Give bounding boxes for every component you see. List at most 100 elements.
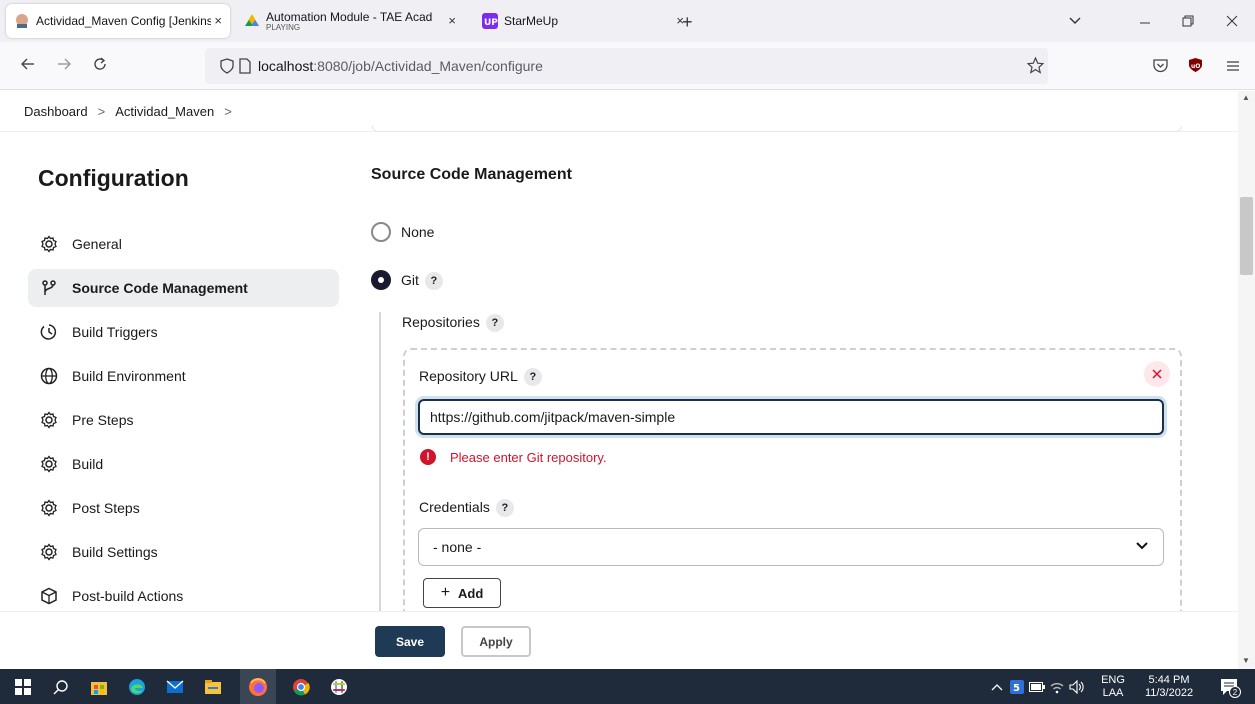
chevron-down-icon [1135, 539, 1149, 556]
file-explorer-icon[interactable] [202, 676, 224, 698]
close-icon[interactable] [1144, 361, 1170, 387]
bottom-action-bar [0, 611, 1238, 669]
gear-icon [38, 541, 60, 563]
gear-icon [38, 233, 60, 255]
sidebar-item-build-settings[interactable]: Build Settings [28, 533, 339, 571]
scrollbar-thumb[interactable] [1240, 197, 1253, 275]
gear-icon [38, 497, 60, 519]
sidebar-item-build-environment[interactable]: Build Environment [28, 357, 339, 395]
firefox-icon[interactable] [240, 669, 276, 704]
breadcrumb-dashboard[interactable]: Dashboard [24, 104, 88, 119]
save-button[interactable]: Save [375, 626, 445, 657]
close-tab-icon[interactable]: × [214, 13, 222, 28]
sidebar-item-label: General [72, 236, 122, 252]
tray-app-icon[interactable]: 5 [1006, 676, 1028, 698]
clock[interactable]: 5:44 PM 11/3/2022 [1136, 674, 1202, 700]
sidebar-item-source-code-management[interactable]: Source Code Management [28, 269, 339, 307]
minimize-icon[interactable] [1139, 14, 1151, 30]
radio-none-label[interactable]: None [401, 224, 434, 240]
help-icon[interactable]: ? [424, 272, 443, 291]
sidebar-item-label: Build Environment [72, 368, 186, 384]
page-icon[interactable] [239, 58, 251, 79]
shield-icon[interactable] [220, 58, 234, 79]
sidebar-item-general[interactable]: General [28, 225, 339, 263]
breadcrumb-job[interactable]: Actividad_Maven [115, 104, 214, 119]
svg-text:5: 5 [1013, 683, 1020, 694]
svg-text:UP: UP [484, 18, 498, 28]
pocket-icon[interactable] [1153, 58, 1168, 78]
back-arrow-icon[interactable] [20, 56, 36, 77]
new-tab-button[interactable]: + [682, 12, 693, 33]
edge-icon[interactable] [126, 676, 148, 698]
breadcrumb-separator[interactable]: > [224, 104, 232, 119]
bookmark-star-icon[interactable] [1026, 56, 1045, 79]
search-icon[interactable] [50, 676, 72, 698]
menu-hamburger-icon[interactable] [1226, 59, 1240, 77]
url-text[interactable]: localhost:8080/job/Actividad_Maven/confi… [258, 58, 543, 74]
sidebar-item-label: Source Code Management [72, 280, 248, 296]
add-button-label: Add [458, 585, 484, 601]
plus-icon: + [440, 584, 451, 601]
url-bar[interactable]: localhost:8080/job/Actividad_Maven/confi… [205, 48, 1048, 84]
scroll-down-arrow-icon[interactable]: ▼ [1242, 656, 1250, 665]
sidebar-item-pre-steps[interactable]: Pre Steps [28, 401, 339, 439]
ublock-origin-icon[interactable]: uO [1188, 57, 1203, 78]
close-window-icon[interactable] [1226, 14, 1238, 30]
help-icon[interactable]: ? [523, 368, 542, 387]
chrome-icon[interactable] [290, 676, 312, 698]
windows-start-icon[interactable] [12, 676, 34, 698]
starmeup-icon: UP [482, 13, 498, 29]
wifi-icon[interactable] [1046, 676, 1068, 698]
add-credentials-button[interactable]: + Add [423, 578, 501, 608]
gear-icon [38, 453, 60, 475]
help-icon[interactable]: ? [495, 499, 514, 518]
jenkins-favicon-icon [14, 13, 30, 29]
radio-git[interactable] [371, 270, 391, 290]
apply-button[interactable]: Apply [461, 626, 531, 657]
previous-section-edge [372, 126, 1182, 132]
battery-icon[interactable] [1026, 676, 1048, 698]
close-tab-icon[interactable]: × [448, 13, 456, 28]
reload-icon[interactable] [92, 56, 108, 77]
credentials-select[interactable]: - none - [418, 528, 1164, 566]
input-language[interactable]: ENG LAA [1098, 674, 1128, 700]
slack-icon[interactable] [328, 676, 350, 698]
sidebar-item-label: Build Settings [72, 544, 158, 560]
repository-url-input[interactable]: https://github.com/jitpack/maven-simple [418, 399, 1164, 435]
sidebar-item-build-triggers[interactable]: Build Triggers [28, 313, 339, 351]
sidebar-item-build[interactable]: Build [28, 445, 339, 483]
sidebar-item-label: Build [72, 456, 104, 472]
windows-taskbar: 5 ENG LAA 5:44 PM 11/3/2022 2 [0, 669, 1255, 704]
scroll-up-arrow-icon[interactable]: ▲ [1242, 93, 1250, 102]
store-icon[interactable] [88, 676, 110, 698]
tab-list-chevron-icon[interactable] [1068, 14, 1082, 31]
mail-icon[interactable] [164, 676, 186, 698]
repository-url-label: Repository URL? [419, 368, 542, 387]
chevron-up-icon[interactable] [986, 676, 1008, 698]
tab-title: StarMeUp [504, 14, 559, 28]
package-icon [38, 585, 60, 607]
breadcrumb-separator: > [97, 103, 106, 119]
repository-panel [403, 348, 1182, 618]
sidebar-item-post-steps[interactable]: Post Steps [28, 489, 339, 527]
help-icon[interactable]: ? [485, 314, 504, 333]
restore-icon[interactable] [1182, 14, 1194, 30]
tab-automation-module[interactable]: Automation Module - TAE Acad PLAYING × [236, 4, 468, 38]
git-options-indent-line [379, 312, 381, 612]
page-scrollbar[interactable] [1238, 91, 1255, 669]
sidebar-item-label: Post Steps [72, 500, 140, 516]
sidebar-item-label: Pre Steps [72, 412, 134, 428]
radio-none[interactable] [371, 222, 391, 242]
tab-jenkins[interactable]: Actividad_Maven Config [Jenkins] × [6, 4, 230, 38]
sidebar-item-post-build-actions[interactable]: Post-build Actions [28, 577, 339, 615]
tab-starmeup[interactable]: UP StarMeUp × [474, 4, 704, 38]
repositories-label: Repositories? [402, 314, 504, 333]
radio-git-label[interactable]: Git? [401, 272, 443, 291]
sidebar-item-label: Post-build Actions [72, 588, 184, 604]
gear-icon [38, 409, 60, 431]
forward-arrow-icon[interactable] [56, 56, 72, 77]
sidebar-item-label: Build Triggers [72, 324, 158, 340]
page-title: Configuration [38, 165, 189, 191]
tab-title: Automation Module - TAE Acad PLAYING [266, 10, 433, 32]
volume-icon[interactable] [1066, 676, 1088, 698]
